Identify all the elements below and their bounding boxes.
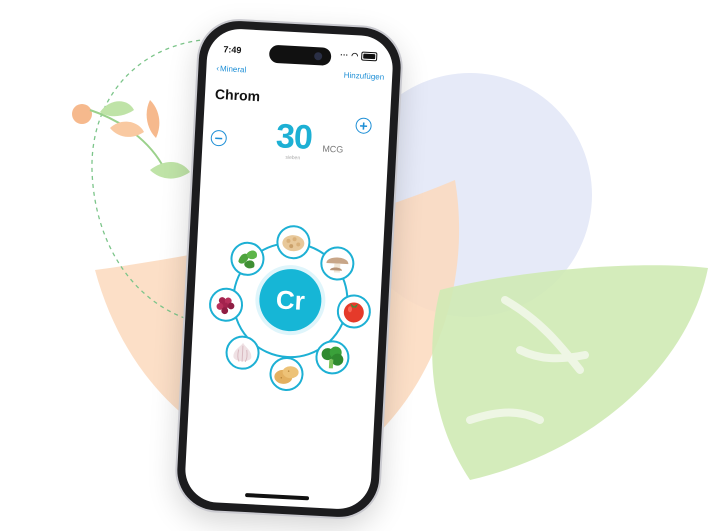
food-potato[interactable] [268,356,305,392]
decrease-button[interactable]: − [210,129,228,147]
phone-frame: 7:49 ··· ◠ ‹ Mineral Hinzufügen Chrom − … [175,19,403,519]
green-leaf-shape [432,265,708,480]
battery-icon [361,51,378,62]
sprout-leaf-4 [150,161,190,179]
dose-sub-label: sieben [285,154,301,162]
food-garlic[interactable] [224,334,261,371]
potato-icon [274,366,299,384]
add-button[interactable]: Hinzufügen [344,71,385,82]
page-title: Chrom [214,85,261,105]
garlic-icon [233,342,252,363]
orange-dot [72,104,92,124]
dose-value: 30 [275,117,313,157]
chevron-left-icon: ‹ [216,63,220,74]
minus-icon: − [214,129,224,147]
food-wheel: Cr [198,208,383,393]
back-button[interactable]: ‹ Mineral [216,64,246,75]
basil-icon [238,250,258,269]
tomato-icon [343,302,364,323]
status-icons: ··· ◠ [340,50,378,62]
home-indicator [245,493,310,501]
plus-icon: + [359,117,369,134]
increase-button[interactable]: + [355,117,373,135]
wifi-icon: ◠ [351,50,359,61]
food-broccoli[interactable] [314,339,351,376]
dose-unit: MCG [322,143,344,155]
navigation-bar: ‹ Mineral Hinzufügen [216,64,385,87]
mushroom-icon [326,257,349,273]
sprout-leaf-2 [110,121,144,137]
oats-icon [282,235,305,252]
grapes-icon [216,297,235,315]
app-screen: 7:49 ··· ◠ ‹ Mineral Hinzufügen Chrom − … [183,27,395,511]
food-tomato[interactable] [336,293,372,330]
sprout-leaf-3 [146,100,160,138]
status-time: 7:49 [223,44,242,56]
signal-icon: ··· [340,50,349,60]
food-mushroom[interactable] [319,245,356,282]
broccoli-icon [321,346,344,369]
sprout-leaf-1 [100,101,134,117]
back-button-label: Mineral [219,64,247,75]
